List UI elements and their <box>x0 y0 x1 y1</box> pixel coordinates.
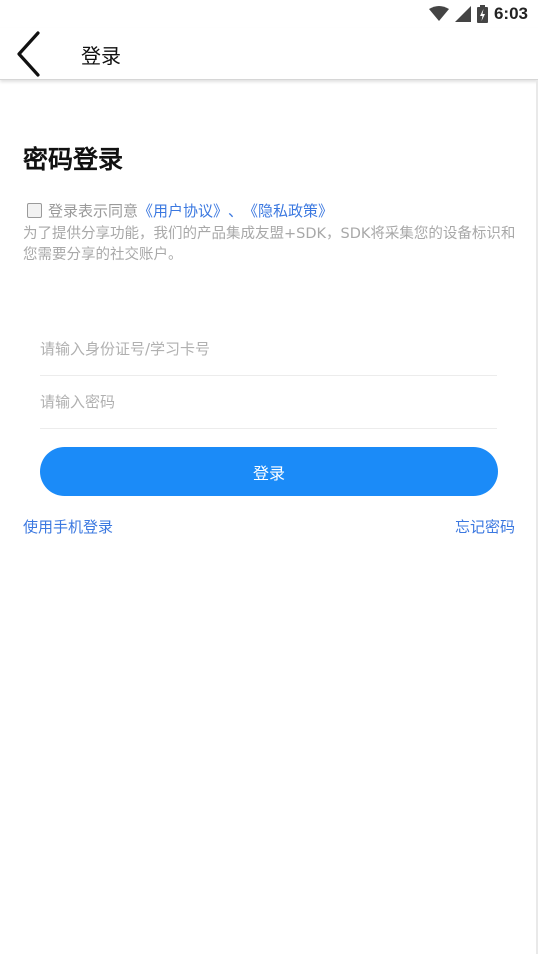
chevron-left-icon <box>17 31 40 77</box>
password-input[interactable] <box>40 375 497 428</box>
page-title: 密码登录 <box>23 145 124 174</box>
agreement-separator: 、 <box>228 202 244 220</box>
agreement-checkbox[interactable] <box>27 203 42 218</box>
id-field-container <box>40 322 497 376</box>
privacy-policy-link[interactable]: 《隐私政策》 <box>243 200 333 221</box>
battery-icon <box>476 5 488 23</box>
agreement-row: 登录表示同意 《用户协议》 、 《隐私政策》 <box>27 200 527 221</box>
user-agreement-link[interactable]: 《用户协议》 <box>138 200 228 221</box>
login-button[interactable]: 登录 <box>40 447 498 496</box>
agreement-prefix: 登录表示同意 <box>48 202 139 220</box>
back-button[interactable] <box>14 28 54 80</box>
status-time: 6:03 <box>493 4 528 23</box>
app-bar-title: 登录 <box>81 44 121 68</box>
status-icons: 6:03 <box>428 4 528 24</box>
id-number-input[interactable] <box>40 322 497 375</box>
wifi-icon <box>428 6 449 21</box>
app-bar: 登录 <box>0 28 538 80</box>
password-field-container <box>40 375 497 429</box>
sdk-notice: 为了提供分享功能，我们的产品集成友盟+SDK，SDK将采集您的设备标识和您需要分… <box>23 226 516 263</box>
status-bar: 6:03 <box>0 0 538 28</box>
signal-icon <box>454 6 471 22</box>
forgot-password-link[interactable]: 忘记密码 <box>455 516 515 537</box>
phone-login-link[interactable]: 使用手机登录 <box>23 516 113 537</box>
